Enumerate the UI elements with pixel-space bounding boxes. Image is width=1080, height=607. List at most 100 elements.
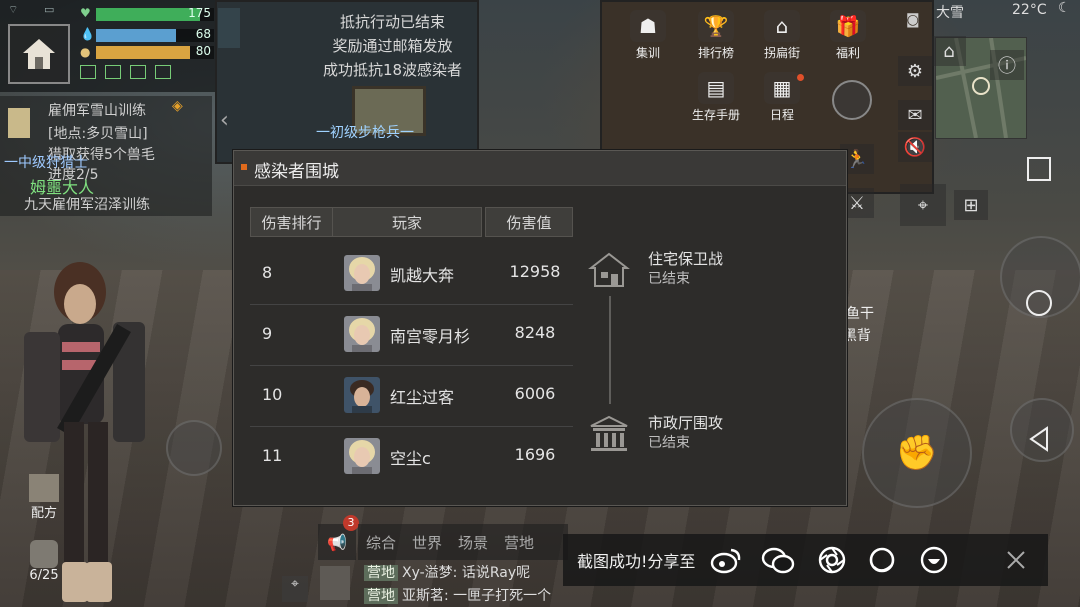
stage-name: 住宅保卫战 — [648, 250, 724, 268]
chat-text: Xy-溢梦: 话说Ray呢 — [402, 565, 531, 581]
compass-button[interactable] — [832, 80, 872, 120]
quest-location: [地点:多贝雪山] — [48, 126, 148, 142]
location-pin-icon[interactable]: ⌖ — [282, 576, 308, 602]
rank-title-sign: 一初级步枪兵一 — [316, 125, 414, 141]
home-nav-button[interactable] — [1024, 288, 1054, 318]
body-status-icon[interactable] — [218, 8, 240, 48]
food-bar: 80 — [96, 44, 214, 59]
damage-cell: 8248 — [514, 323, 556, 342]
settings-icon[interactable]: ⚙ — [898, 56, 932, 86]
quest-scroll-icon — [8, 108, 30, 138]
mail-icon[interactable]: ✉ — [898, 100, 932, 130]
map-home-icon[interactable]: ⌂ — [932, 36, 966, 66]
table-row: 9 南宫零月杉 8248 — [250, 304, 573, 366]
welfare-label: 福利 — [835, 46, 860, 60]
buff-icon — [130, 65, 147, 79]
water-icon: 💧 — [80, 27, 95, 41]
dialog-title: 感染者围城 — [254, 162, 339, 182]
quest-diamond-icon: ◈ — [172, 98, 183, 114]
chat-text: 亚斯茗: 一匣子打死一个 — [402, 588, 552, 604]
infected-siege-dialog: 感染者围城 伤害排行 玩家 伤害值 8 凯越大奔 12958 9 南宫零月杉 8… — [233, 150, 847, 506]
qq-icon[interactable] — [917, 545, 951, 575]
circle-icon — [1026, 290, 1052, 316]
training-button[interactable]: ☗ 集训 — [622, 10, 674, 61]
stage-residential-defense[interactable]: 住宅保卫战 已结束 — [586, 247, 786, 293]
share-bar: 截图成功!分享至 — [563, 534, 1048, 586]
buff-icons — [80, 64, 172, 83]
column-header-rank: 伤害排行 — [250, 207, 333, 237]
stage-city-hall-siege[interactable]: 市政厅围攻 已结束 — [586, 411, 786, 457]
food-icon: ● — [80, 45, 91, 59]
weather-text: 大雪 — [936, 5, 964, 21]
stage-status: 已结束 — [648, 435, 690, 451]
table-row: 8 凯越大奔 12958 — [250, 243, 573, 305]
gift-icon: 🎁 — [830, 10, 866, 42]
tab-general[interactable]: 综合 — [366, 532, 396, 553]
quest-title: 雇佣军雪山训练 — [48, 103, 146, 119]
megaphone-icon: 📢 — [327, 532, 347, 552]
quest-panel[interactable]: 雇佣军雪山训练 ◈ [地点:多贝雪山] 猎取获得5个兽毛 一中级狩猎士 进度2/… — [0, 96, 212, 216]
quest-next: 九天雇佣军沼泽训练 — [24, 197, 150, 213]
grid-menu-icon[interactable]: ⊞ — [954, 190, 988, 220]
damage-cell: 12958 — [509, 262, 561, 281]
moon-icon: ☾ — [1058, 0, 1071, 16]
stage-connector — [609, 296, 611, 404]
event-notice: 抵抗行动已结束 奖励通过邮箱发放 成功抵抗18波感染者 — [300, 10, 485, 90]
share-prompt: 截图成功!分享至 — [577, 552, 696, 571]
svg-text:✊: ✊ — [896, 433, 938, 473]
sound-icon[interactable]: 🔇 — [898, 132, 932, 162]
wifi-icon: ⌔ — [8, 3, 19, 16]
buff-icon — [105, 65, 122, 79]
market-button[interactable]: ⌂ 拐扁街 — [756, 10, 808, 61]
backpack-button[interactable]: 6/25 — [22, 540, 66, 583]
training-icon: ☗ — [630, 10, 666, 42]
qzone-icon[interactable] — [865, 545, 899, 575]
hp-value: 175 — [188, 6, 211, 20]
tab-world[interactable]: 世界 — [412, 532, 442, 553]
drone-icon[interactable]: ⌖ — [900, 184, 946, 226]
player-name-cell: 空尘c — [390, 449, 431, 468]
player-name-cell: 南宫零月杉 — [390, 327, 471, 346]
camera-icon[interactable]: ◙ — [906, 12, 920, 28]
tab-camp[interactable]: 营地 — [504, 532, 534, 553]
avatar — [344, 438, 380, 474]
weather-display: 大雪 22°C ☾ — [930, 0, 1080, 22]
chat-avatar[interactable] — [320, 566, 350, 600]
backpack-count: 6/25 — [29, 568, 59, 583]
home-button[interactable] — [8, 24, 70, 84]
home-icon — [23, 39, 55, 69]
craft-button[interactable]: 配方 — [24, 474, 64, 521]
moments-icon[interactable] — [815, 545, 849, 575]
table-row: 10 红尘过客 6006 — [250, 365, 573, 427]
attack-button[interactable]: ✊ — [862, 398, 972, 508]
chat-message: 营地 Xy-溢梦: 话说Ray呢 — [364, 562, 530, 582]
close-icon[interactable] — [999, 545, 1033, 575]
move-joystick[interactable] — [166, 420, 222, 476]
food-value: 80 — [195, 44, 211, 58]
calendar-icon: ▦ — [764, 72, 800, 104]
stage-status: 已结束 — [648, 271, 690, 287]
welfare-button[interactable]: 🎁 福利 — [822, 10, 874, 61]
player-name-cell: 红尘过客 — [390, 388, 455, 407]
back-nav-button[interactable] — [1024, 424, 1054, 454]
water-bar: 68 — [96, 27, 214, 42]
damage-cell: 6006 — [514, 384, 556, 403]
chat-tabs: 综合 世界 场景 营地 — [358, 524, 568, 560]
recipe-icon — [29, 474, 59, 502]
wechat-icon[interactable] — [761, 545, 795, 575]
leaderboard-button[interactable]: 🏆 排行榜 — [690, 10, 742, 61]
weibo-icon[interactable] — [709, 545, 743, 575]
column-header-damage: 伤害值 — [485, 207, 573, 237]
tab-scene[interactable]: 场景 — [458, 532, 488, 553]
damage-cell: 1696 — [514, 445, 556, 464]
collapse-arrow-icon[interactable]: ‹ — [220, 108, 229, 133]
buff-icon — [155, 65, 172, 79]
battery-icon: ▭ — [44, 3, 55, 16]
handbook-button[interactable]: ▤ 生存手册 — [690, 72, 742, 123]
recent-apps-button[interactable] — [1024, 154, 1054, 184]
player-name-cell: 凯越大奔 — [390, 266, 455, 285]
notice-line: 奖励通过邮箱发放 — [332, 37, 453, 55]
rank-cell: 11 — [262, 446, 283, 465]
map-info-icon[interactable]: ⓘ — [990, 50, 1024, 80]
table-row: 11 空尘c 1696 — [250, 426, 573, 487]
